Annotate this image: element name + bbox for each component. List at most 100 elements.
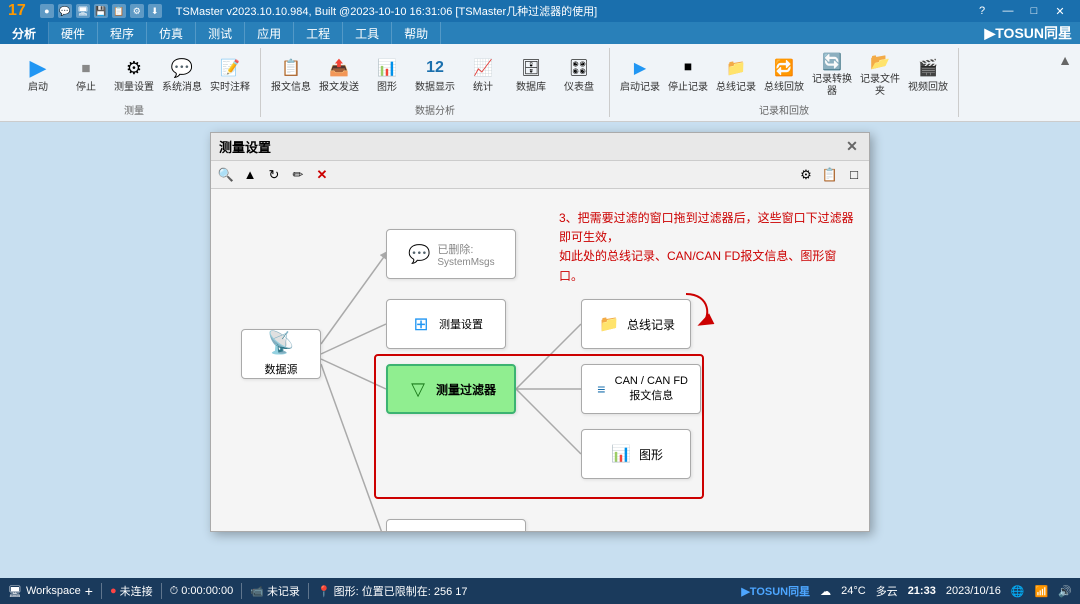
maximize-btn[interactable]: □ — [1022, 2, 1046, 20]
message-info-label: 报文信息 — [271, 82, 311, 94]
bus-record-label: 总线记录 — [716, 82, 756, 94]
app-logo: 17 — [8, 2, 26, 20]
busrecord-icon: 📁 — [597, 312, 621, 336]
title-bar: 17 ● 💬 🖥 💾 📋 ⚙ ⬇ TSMaster v2023.10.10.98… — [0, 0, 1080, 22]
tab-help[interactable]: 帮助 — [392, 22, 441, 44]
icon-circle: ● — [40, 4, 54, 18]
dialog-refresh-btn[interactable]: ↻ — [263, 164, 285, 186]
tab-analysis[interactable]: 分析 — [0, 22, 49, 44]
realtime-note-btn[interactable]: 📝 实时注释 — [208, 48, 252, 100]
status-bar-right: ▶TOSUN同星 ☁ 24°C 多云 21:33 2023/10/16 🌐 📶 … — [741, 583, 1072, 599]
toolbar-collapse[interactable]: ▲ — [1058, 48, 1072, 117]
node-candatabase[interactable]: 🗄 已删除: CANDatabase — [386, 519, 526, 531]
database-icon: 🗄 — [517, 54, 545, 82]
message-send-btn[interactable]: 📤 报文发送 — [317, 48, 361, 100]
temperature-value: 24°C — [841, 585, 866, 597]
tab-project[interactable]: 工程 — [294, 22, 343, 44]
database-label: 数据库 — [516, 82, 546, 94]
measurement-group-label: 测量 — [16, 102, 252, 117]
node-busrecord[interactable]: 📁 总线记录 — [581, 299, 691, 349]
workspace-item[interactable]: 🖥 Workspace + — [8, 583, 93, 599]
start-record-label: 启动记录 — [620, 82, 660, 94]
node-canfd[interactable]: ≡ CAN / CAN FD 报文信息 — [581, 364, 701, 414]
help-btn[interactable]: ? — [970, 2, 994, 20]
start-btn[interactable]: ▶ 启动 — [16, 48, 60, 100]
position-value: 图形: 位置已限制在: 256 17 — [334, 583, 468, 599]
tab-hardware[interactable]: 硬件 — [49, 22, 98, 44]
dashboard-btn[interactable]: 🎛 仪表盘 — [557, 48, 601, 100]
node-measurement[interactable]: ⊞ 测量设置 — [386, 299, 506, 349]
start-icon: ▶ — [24, 54, 52, 82]
stop-label: 停止 — [76, 82, 96, 94]
dialog-search-btn[interactable]: 🔍 — [215, 164, 237, 186]
tab-tools[interactable]: 工具 — [343, 22, 392, 44]
record-converter-icon: 🔄 — [818, 50, 846, 74]
data-display-btn[interactable]: 12 数据显示 — [413, 48, 457, 100]
systemmsgs-sublabel: SystemMsgs — [437, 257, 494, 268]
measurement-settings-icon: ⚙ — [120, 54, 148, 82]
dialog-delete-btn[interactable]: ✕ — [311, 164, 333, 186]
stop-btn[interactable]: ⏹ 停止 — [64, 48, 108, 100]
record-converter-btn[interactable]: 🔄 记录转换器 — [810, 48, 854, 100]
graph-btn[interactable]: 📊 图形 — [365, 48, 409, 100]
data-analysis-items: 📋 报文信息 📤 报文发送 📊 图形 12 数据显示 📈 统计 🗄 数据库 — [269, 48, 601, 100]
statistics-btn[interactable]: 📈 统计 — [461, 48, 505, 100]
dialog-expand-icon[interactable]: □ — [843, 164, 865, 186]
workspace-icon: 🖥 — [8, 585, 22, 598]
bus-record-btn[interactable]: 📁 总线记录 — [714, 48, 758, 100]
bus-playback-icon: 🔁 — [770, 54, 798, 82]
network-icon: 🌐 — [1011, 585, 1025, 598]
status-divider-2 — [161, 583, 162, 599]
connection-status: ● 未连接 — [110, 583, 153, 599]
node-datasource[interactable]: 📡 数据源 — [241, 329, 321, 379]
dialog-close-btn[interactable]: ✕ — [843, 138, 861, 156]
video-playback-btn[interactable]: 🎬 视频回放 — [906, 48, 950, 100]
icon-config: ⚙ — [130, 4, 144, 18]
node-deleted-systemmsgs[interactable]: 💬 已删除: SystemMsgs — [386, 229, 516, 279]
tab-simulation[interactable]: 仿真 — [147, 22, 196, 44]
dialog-copy-icon[interactable]: 📋 — [819, 164, 841, 186]
stop-record-btn[interactable]: ⏹ 停止记录 — [666, 48, 710, 100]
dashboard-icon: 🎛 — [565, 54, 593, 82]
icon-save: 💾 — [94, 4, 108, 18]
window-title: TSMaster v2023.10.10.984, Built @2023-10… — [176, 3, 597, 19]
statistics-label: 统计 — [473, 82, 493, 94]
start-record-icon: ▶ — [626, 54, 654, 82]
recording-status: 📹 未记录 — [250, 583, 300, 599]
workspace-add[interactable]: + — [85, 583, 93, 599]
database-btn[interactable]: 🗄 数据库 — [509, 48, 553, 100]
canfd-icon: ≡ — [594, 377, 609, 401]
dialog-title: 测量设置 — [219, 137, 271, 156]
tab-app[interactable]: 应用 — [245, 22, 294, 44]
bus-record-icon: 📁 — [722, 54, 750, 82]
tosun-logo-status: ▶TOSUN同星 — [741, 583, 810, 599]
toolbar-group-measurement: ▶ 启动 ⏹ 停止 ⚙ 测量设置 💬 系统消息 📝 实时注释 测量 — [8, 48, 261, 117]
stop-icon: ⏹ — [72, 54, 100, 82]
record-group-label: 记录和回放 — [618, 102, 950, 117]
record-folder-btn[interactable]: 📂 记录文件夹 — [858, 48, 902, 100]
minimize-btn[interactable]: — — [996, 2, 1020, 20]
icon-download: ⬇ — [148, 4, 162, 18]
dialog-edit-btn[interactable]: ✏ — [287, 164, 309, 186]
start-record-btn[interactable]: ▶ 启动记录 — [618, 48, 662, 100]
systemmsgs-label: 已删除: — [437, 241, 494, 257]
data-analysis-group-label: 数据分析 — [269, 102, 601, 117]
dialog-up-btn[interactable]: ▲ — [239, 164, 261, 186]
system-msg-btn[interactable]: 💬 系统消息 — [160, 48, 204, 100]
message-info-btn[interactable]: 📋 报文信息 — [269, 48, 313, 100]
tab-program[interactable]: 程序 — [98, 22, 147, 44]
measurement-items: ▶ 启动 ⏹ 停止 ⚙ 测量设置 💬 系统消息 📝 实时注释 — [16, 48, 252, 100]
toolbar-group-data-analysis: 📋 报文信息 📤 报文发送 📊 图形 12 数据显示 📈 统计 🗄 数据库 — [261, 48, 610, 117]
node-graph[interactable]: 📊 图形 — [581, 429, 691, 479]
measurement-label: 测量设置 — [439, 316, 483, 332]
message-info-icon: 📋 — [277, 54, 305, 82]
tab-test[interactable]: 测试 — [196, 22, 245, 44]
bus-playback-btn[interactable]: 🔁 总线回放 — [762, 48, 806, 100]
connection-label: 未连接 — [120, 583, 153, 599]
busrecord-label: 总线记录 — [627, 316, 675, 333]
dialog-settings-icon[interactable]: ⚙ — [795, 164, 817, 186]
close-btn[interactable]: ✕ — [1048, 2, 1072, 20]
measurement-settings-btn[interactable]: ⚙ 测量设置 — [112, 48, 156, 100]
node-filter[interactable]: ▽ 测量过滤器 — [386, 364, 516, 414]
dashboard-label: 仪表盘 — [564, 82, 594, 94]
